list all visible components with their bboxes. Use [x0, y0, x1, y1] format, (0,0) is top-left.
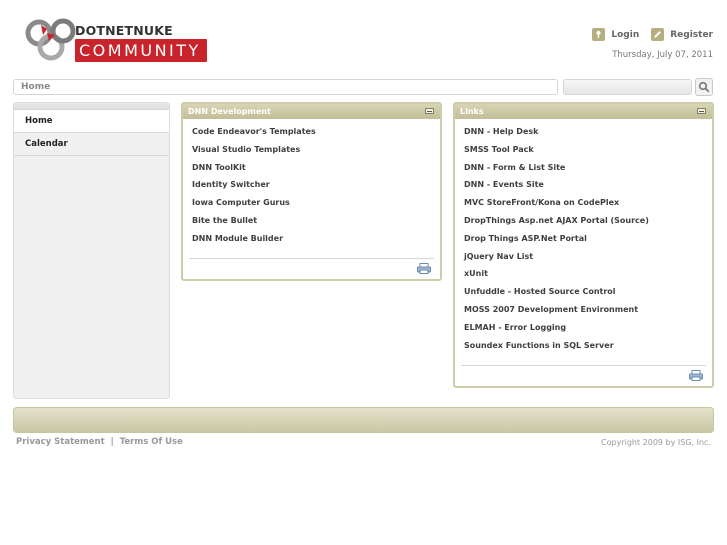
logo-rings-icon	[25, 18, 76, 61]
list-item[interactable]: Soundex Functions in SQL Server	[464, 339, 712, 357]
search-input[interactable]	[563, 79, 692, 95]
current-date: Thursday, July 07, 2011	[612, 50, 713, 60]
list-item[interactable]: DNN Module Builder	[192, 232, 440, 250]
list-item[interactable]: DropThings Asp.net AJAX Portal (Source)	[464, 214, 712, 232]
print-icon[interactable]	[689, 370, 703, 381]
breadcrumb-current[interactable]: Home	[21, 82, 50, 92]
user-links: Login Register	[592, 28, 713, 41]
panel-header: DNN Development	[183, 104, 440, 119]
list-item[interactable]: Identity Switcher	[192, 178, 440, 196]
list-item[interactable]: xUnit	[464, 267, 712, 285]
list-item[interactable]: Bite the Bullet	[192, 214, 440, 232]
list-item[interactable]: Visual Studio Templates	[192, 143, 440, 161]
list-item[interactable]: DNN - Form & List Site	[464, 161, 712, 179]
list-item[interactable]: Code Endeavor's Templates	[192, 125, 440, 143]
footer-links: Privacy Statement | Terms Of Use	[16, 437, 183, 447]
login-link[interactable]: Login	[592, 28, 639, 41]
list-item[interactable]: Iowa Computer Gurus	[192, 196, 440, 214]
footer-bar	[13, 407, 714, 433]
list-item[interactable]: SMSS Tool Pack	[464, 143, 712, 161]
register-icon	[651, 28, 665, 41]
minimize-icon[interactable]	[425, 108, 434, 114]
search-button[interactable]	[695, 78, 713, 96]
panel-divider	[461, 365, 706, 366]
list-item[interactable]: Unfuddle - Hosted Source Control	[464, 285, 712, 303]
nav-item-calendar[interactable]: Calendar	[14, 133, 169, 156]
list-item[interactable]: DNN - Events Site	[464, 178, 712, 196]
left-navigation-header	[14, 103, 169, 110]
copyright-text: Copyright 2009 by ISG, Inc.	[601, 438, 711, 447]
search-icon	[698, 81, 710, 93]
list-item[interactable]: jQuery Nav List	[464, 250, 712, 268]
register-label: Register	[670, 29, 713, 40]
panel-header: Links	[455, 104, 712, 119]
list-item[interactable]: DNN ToolKit	[192, 161, 440, 179]
dnn-development-panel: DNN Development Code Endeavor's Template…	[181, 102, 442, 281]
left-navigation: Home Calendar	[13, 102, 170, 399]
register-link[interactable]: Register	[651, 28, 713, 41]
site-logo[interactable]: DOTNETNUKE COMMUNITY	[25, 13, 210, 65]
panel-title: DNN Development	[188, 107, 271, 116]
login-label: Login	[611, 29, 640, 40]
list-item[interactable]: DNN - Help Desk	[464, 125, 712, 143]
links-panel: Links DNN - Help Desk SMSS Tool Pack DNN…	[453, 102, 714, 388]
privacy-statement-link[interactable]: Privacy Statement	[16, 437, 105, 447]
logo-wordmark-bottom: COMMUNITY	[75, 39, 207, 62]
link-list: DNN - Help Desk SMSS Tool Pack DNN - For…	[455, 119, 712, 356]
list-item[interactable]: Drop Things ASP.Net Portal	[464, 232, 712, 250]
list-item[interactable]: ELMAH - Error Logging	[464, 321, 712, 339]
print-icon[interactable]	[417, 263, 431, 274]
terms-of-use-link[interactable]: Terms Of Use	[120, 437, 183, 447]
list-item[interactable]: MVC StoreFront/Kona on CodePlex	[464, 196, 712, 214]
link-list: Code Endeavor's Templates Visual Studio …	[183, 119, 440, 250]
panel-divider	[189, 258, 434, 259]
footer-separator: |	[110, 437, 114, 447]
login-icon	[592, 28, 606, 41]
logo-wordmark-top: DOTNETNUKE	[75, 23, 173, 38]
minimize-icon[interactable]	[697, 108, 706, 114]
list-item[interactable]: MOSS 2007 Development Environment	[464, 303, 712, 321]
nav-item-home[interactable]: Home	[14, 110, 169, 133]
panel-title: Links	[460, 107, 484, 116]
breadcrumb: Home	[13, 79, 558, 95]
